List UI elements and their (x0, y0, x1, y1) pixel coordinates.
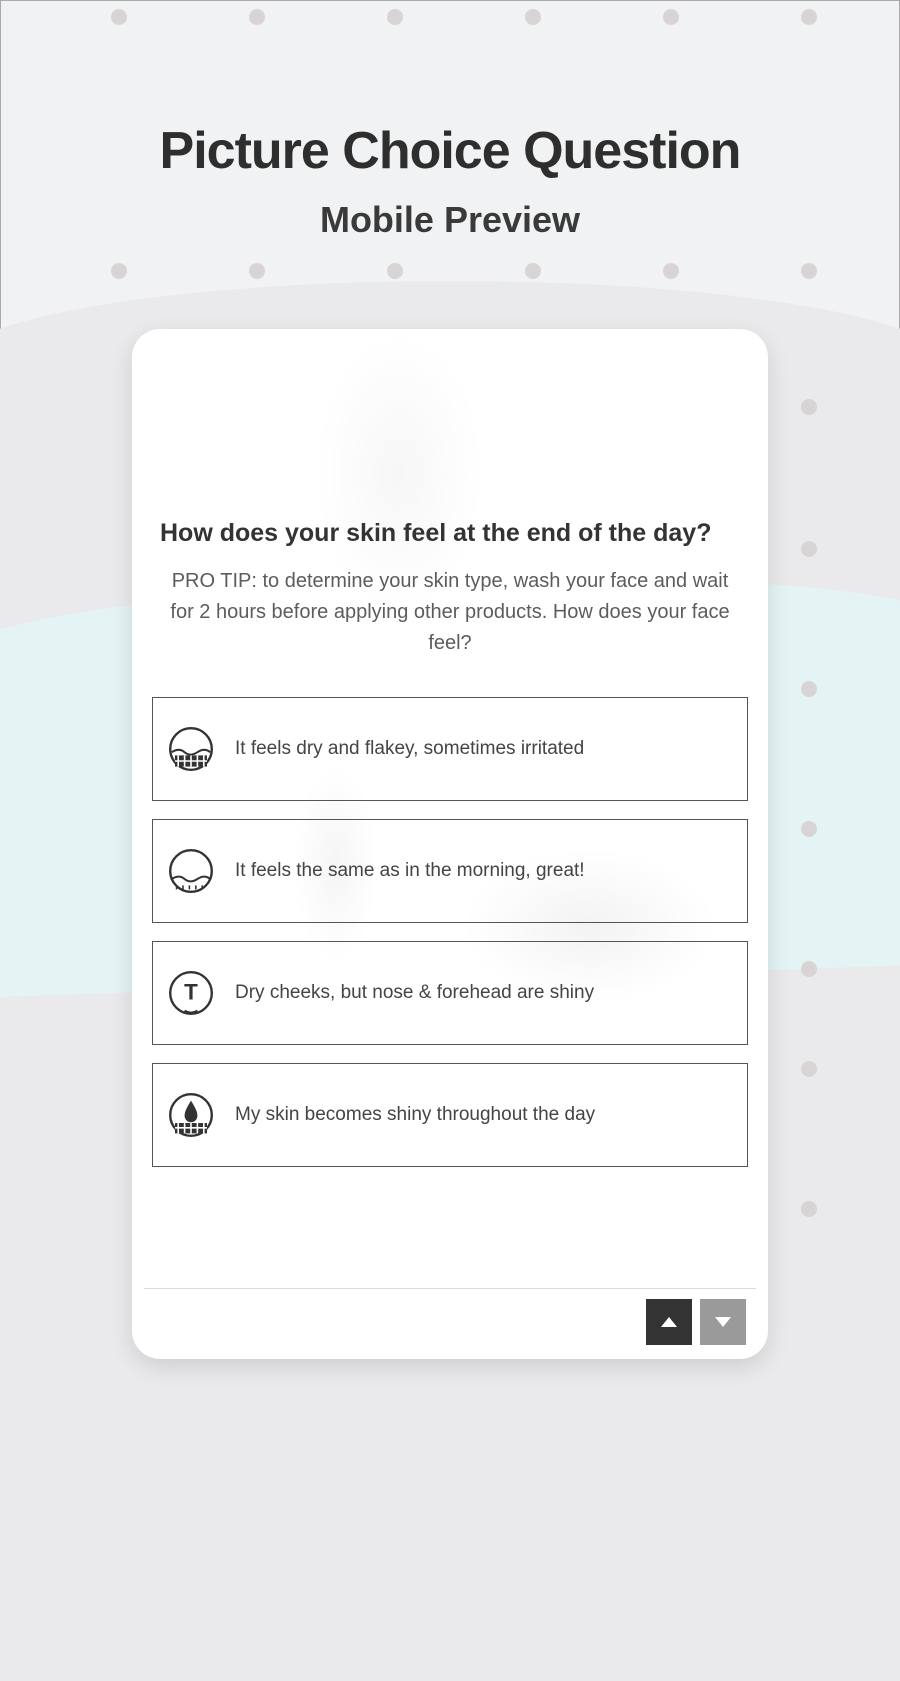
svg-text:T: T (184, 979, 198, 1004)
footer-divider (144, 1288, 756, 1289)
option-label: Dry cheeks, but nose & forehead are shin… (235, 982, 594, 1004)
chevron-down-icon (715, 1317, 731, 1327)
nav-arrows (646, 1299, 746, 1345)
prev-button[interactable] (646, 1299, 692, 1345)
answer-options: It feels dry and flakey, sometimes irrit… (150, 697, 750, 1167)
tzone-skin-icon: T (165, 967, 217, 1019)
next-button[interactable] (700, 1299, 746, 1345)
page-title: Picture Choice Question (1, 121, 899, 181)
option-label: My skin becomes shiny throughout the day (235, 1104, 595, 1126)
dry-skin-icon (165, 723, 217, 775)
question-tip: PRO TIP: to determine your skin type, wa… (160, 566, 740, 659)
mobile-preview-card: How does your skin feel at the end of th… (132, 329, 768, 1359)
option-dry-skin[interactable]: It feels dry and flakey, sometimes irrit… (152, 697, 748, 801)
option-normal-skin[interactable]: It feels the same as in the morning, gre… (152, 819, 748, 923)
option-combination-skin[interactable]: T Dry cheeks, but nose & forehead are sh… (152, 941, 748, 1045)
chevron-up-icon (661, 1317, 677, 1327)
option-label: It feels dry and flakey, sometimes irrit… (235, 738, 584, 760)
question-title: How does your skin feel at the end of th… (160, 519, 740, 548)
oily-skin-icon (165, 1089, 217, 1141)
page-subtitle: Mobile Preview (1, 199, 899, 241)
option-oily-skin[interactable]: My skin becomes shiny throughout the day (152, 1063, 748, 1167)
option-label: It feels the same as in the morning, gre… (235, 860, 585, 882)
normal-skin-icon (165, 845, 217, 897)
